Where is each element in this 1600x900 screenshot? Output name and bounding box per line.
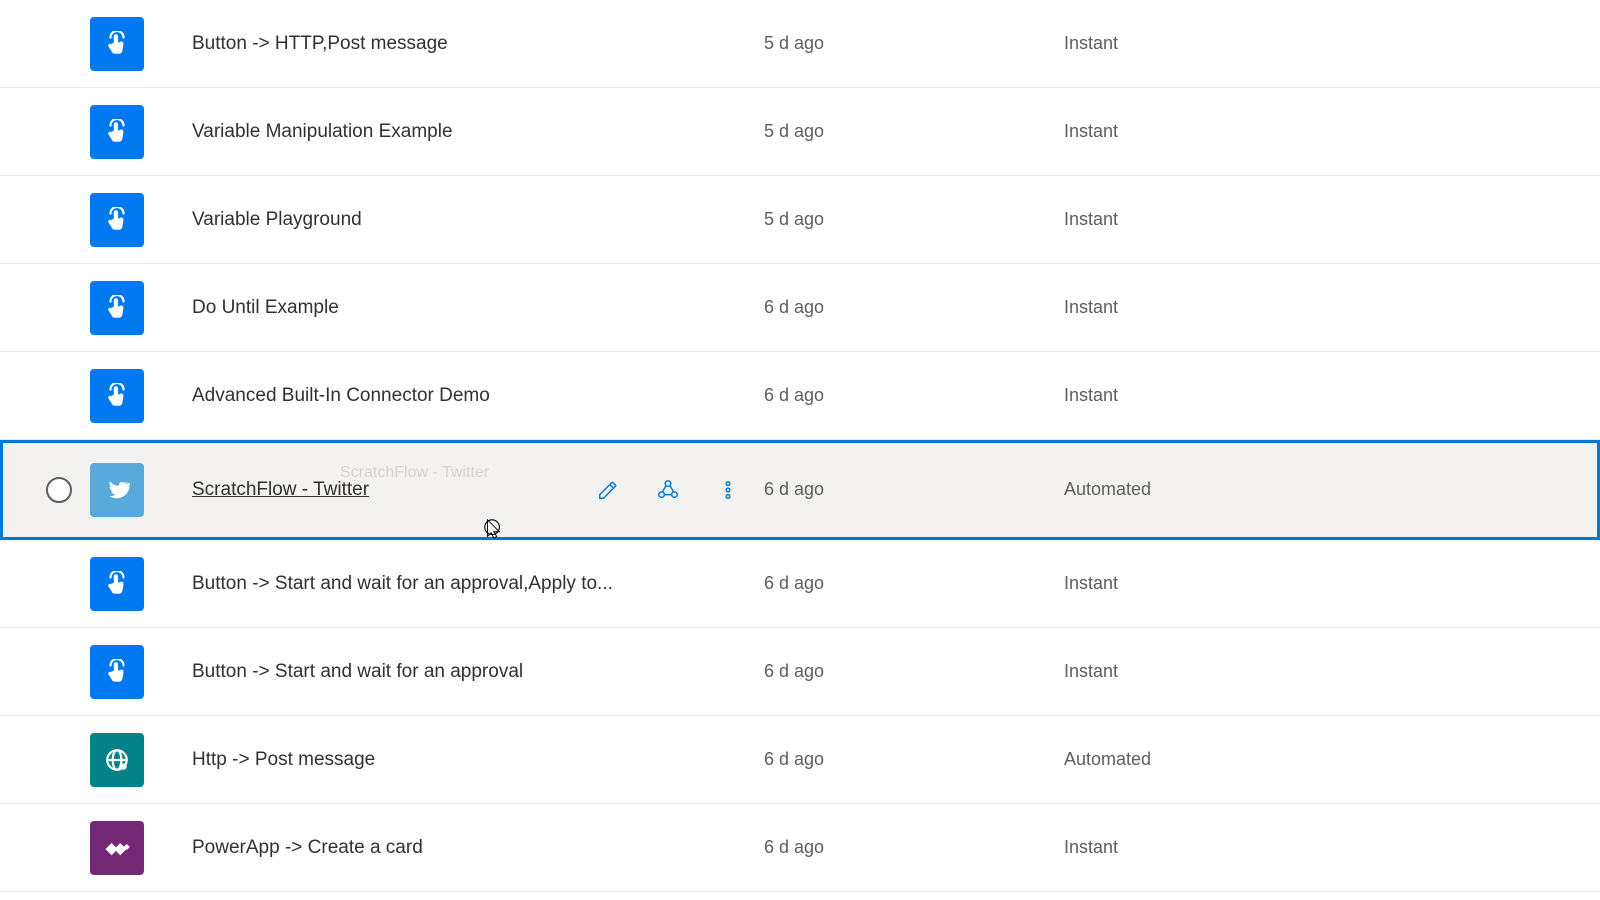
tap-icon: [90, 17, 144, 71]
modified-cell: 6 d ago: [764, 479, 1064, 500]
type-cell: Instant: [1064, 209, 1600, 230]
row-actions: [592, 474, 764, 506]
tap-icon: [90, 557, 144, 611]
type-cell: Instant: [1064, 385, 1600, 406]
share-button[interactable]: [652, 474, 684, 506]
flow-row[interactable]: Do Until Example 6 d agoInstant: [0, 264, 1600, 352]
modified-cell: 6 d ago: [764, 837, 1064, 858]
type-cell: Instant: [1064, 297, 1600, 318]
flow-row[interactable]: Button -> Start and wait for an approval…: [0, 628, 1600, 716]
diamond-icon: [90, 821, 144, 875]
type-cell: Automated: [1064, 479, 1600, 500]
flow-name-cell: ScratchFlow - TwitterScratchFlow - Twitt…: [144, 474, 764, 506]
modified-cell: 5 d ago: [764, 121, 1064, 142]
type-cell: Instant: [1064, 33, 1600, 54]
flow-name-cell: Variable Manipulation Example: [144, 121, 764, 143]
flow-row[interactable]: Http -> Post message 6 d agoAutomated: [0, 716, 1600, 804]
flow-name-cell: Button -> Start and wait for an approval: [144, 661, 764, 683]
tap-icon: [90, 193, 144, 247]
modified-cell: 5 d ago: [764, 209, 1064, 230]
edit-button[interactable]: [592, 474, 624, 506]
flow-row[interactable]: Variable Playground 5 d agoInstant: [0, 176, 1600, 264]
flow-name-cell: Http -> Post message: [144, 749, 764, 771]
type-cell: Instant: [1064, 661, 1600, 682]
modified-cell: 6 d ago: [764, 661, 1064, 682]
flow-row[interactable]: Button -> Start and wait for an approval…: [0, 540, 1600, 628]
type-cell: Instant: [1064, 573, 1600, 594]
tap-icon: [90, 369, 144, 423]
flow-name[interactable]: Http -> Post message: [192, 749, 375, 771]
flow-name-cell: PowerApp -> Create a card: [144, 837, 764, 859]
cursor-icon: [482, 516, 504, 542]
flow-row[interactable]: Advanced Built-In Connector Demo 6 d agoI…: [0, 352, 1600, 440]
modified-cell: 5 d ago: [764, 33, 1064, 54]
flow-name[interactable]: Do Until Example: [192, 297, 339, 319]
flow-name-cell: Button -> Start and wait for an approval…: [144, 573, 764, 595]
modified-cell: 6 d ago: [764, 297, 1064, 318]
flow-row[interactable]: Button -> HTTP,Post message 5 d agoInstan…: [0, 0, 1600, 88]
more-menu-button[interactable]: [712, 474, 744, 506]
modified-cell: 6 d ago: [764, 573, 1064, 594]
tap-icon: [90, 281, 144, 335]
flow-row[interactable]: Variable Manipulation Example 5 d agoInst…: [0, 88, 1600, 176]
flow-name[interactable]: Button -> Start and wait for an approval: [192, 661, 523, 683]
tap-icon: [90, 105, 144, 159]
tap-icon: [90, 645, 144, 699]
flow-name[interactable]: Button -> Start and wait for an approval…: [192, 573, 613, 595]
flow-name-cell: Button -> HTTP,Post message: [144, 33, 764, 55]
flow-name[interactable]: ScratchFlow - Twitter: [192, 479, 369, 501]
type-cell: Instant: [1064, 837, 1600, 858]
flow-name[interactable]: Variable Manipulation Example: [192, 121, 453, 143]
type-cell: Instant: [1064, 121, 1600, 142]
flow-row[interactable]: PowerApp -> Create a card 6 d agoInstant: [0, 804, 1600, 892]
twitter-icon: [90, 463, 144, 517]
flow-list: Button -> HTTP,Post message5 d agoInstan…: [0, 0, 1600, 892]
flow-name[interactable]: Button -> HTTP,Post message: [192, 33, 448, 55]
flow-row[interactable]: ScratchFlow - TwitterScratchFlow - Twitt…: [0, 440, 1600, 540]
flow-name[interactable]: Variable Playground: [192, 209, 362, 231]
flow-name-cell: Advanced Built-In Connector Demo: [144, 385, 764, 407]
flow-name-cell: Variable Playground: [144, 209, 764, 231]
modified-cell: 6 d ago: [764, 749, 1064, 770]
flow-name[interactable]: PowerApp -> Create a card: [192, 837, 423, 859]
globe-icon: [90, 733, 144, 787]
flow-name[interactable]: Advanced Built-In Connector Demo: [192, 385, 490, 407]
modified-cell: 6 d ago: [764, 385, 1064, 406]
flow-name-cell: Do Until Example: [144, 297, 764, 319]
select-radio[interactable]: [46, 477, 72, 503]
type-cell: Automated: [1064, 749, 1600, 770]
